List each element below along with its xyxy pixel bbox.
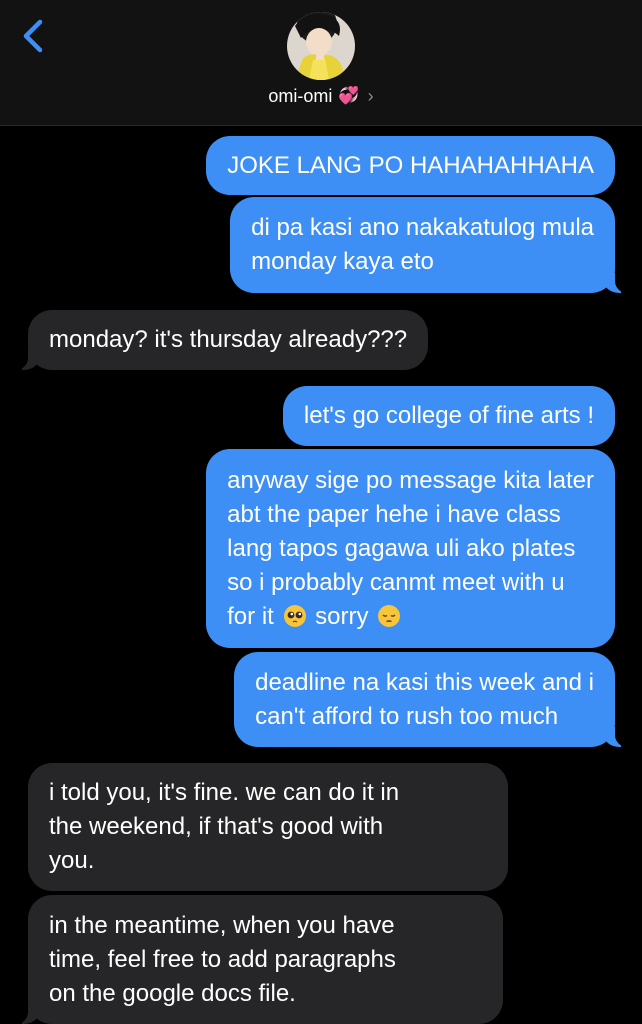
contact-name: omi-omi [268, 85, 333, 106]
avatar[interactable] [287, 12, 355, 80]
pensive-face-icon [378, 604, 401, 627]
message-bubble-sent[interactable]: di pa kasi ano nakakatulog mula monday k… [230, 197, 629, 293]
message-text: you. [49, 847, 95, 874]
message-text-line: for it sorry [227, 600, 594, 634]
contact-name-row[interactable]: omi-omi 💞 › [0, 82, 642, 110]
message-text: monday? it's thursday already??? [49, 326, 408, 353]
message-text: JOKE LANG PO HAHAHAHHAHA [227, 151, 594, 179]
message-text: monday kaya eto [251, 248, 434, 275]
message-text: sorry [315, 602, 369, 630]
message-bubble-sent[interactable]: let's go college of fine arts ! [282, 386, 615, 446]
chevron-left-icon [23, 19, 43, 53]
two-hearts-icon: 💞 [338, 86, 360, 105]
message-text: anyway sige po message kita later [227, 466, 594, 494]
conversation-header: omi-omi 💞 › [0, 0, 642, 126]
message-text: i told you, it's fine. we can do it in [49, 779, 400, 806]
message-text: let's go college of fine arts ! [303, 402, 594, 429]
message-text: in the meantime, when you have [49, 911, 395, 939]
message-bubble-received[interactable]: monday? it's thursday already??? [13, 310, 429, 370]
message-text: abt the paper hehe i have class [227, 500, 561, 528]
message-text: on the google docs file. [49, 979, 296, 1007]
message-bubble-sent[interactable]: anyway sige po message kita later abt th… [206, 449, 615, 648]
chevron-right-icon: › [367, 85, 374, 106]
back-button[interactable] [14, 16, 54, 56]
message-text: time, feel free to add paragraphs [49, 945, 396, 973]
message-text: di pa kasi ano nakakatulog mula [251, 214, 594, 241]
message-bubble-received[interactable]: i told you, it's fine. we can do it in t… [28, 763, 508, 891]
message-text: for it [227, 602, 274, 630]
message-text: deadline na kasi this week and i [255, 668, 594, 696]
message-bubble-sent[interactable]: JOKE LANG PO HAHAHAHHAHA [206, 136, 615, 195]
message-text: lang tapos gagawa uli ako plates [227, 534, 576, 562]
message-text: so i probably canmt meet with u [227, 568, 565, 596]
pleading-face-icon [283, 604, 306, 627]
message-text: the weekend, if that's good with [49, 813, 384, 840]
message-text: can't afford to rush too much [255, 702, 559, 730]
message-bubble-received[interactable]: in the meantime, when you have time, fee… [14, 895, 503, 1024]
message-bubble-sent[interactable]: deadline na kasi this week and i can't a… [234, 652, 629, 747]
